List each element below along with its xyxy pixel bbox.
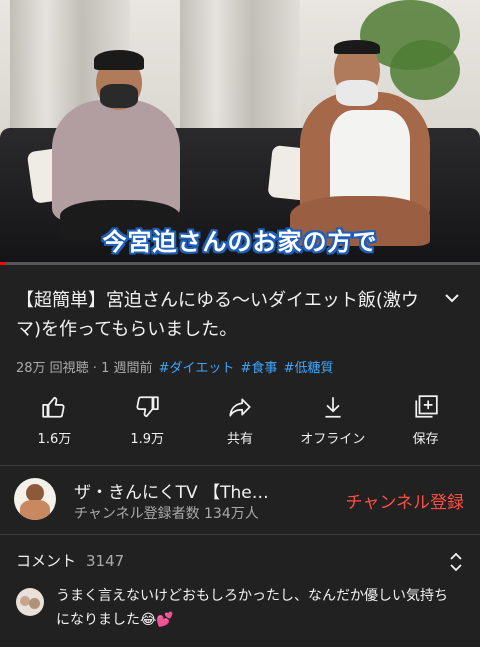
expand-description-button[interactable] xyxy=(440,286,464,310)
dislike-count: 1.9万 xyxy=(130,432,165,447)
action-bar: 1.6万 1.9万 共有 オフライン 保存 xyxy=(0,392,480,452)
channel-avatar-body xyxy=(20,500,50,520)
video-person-right-tanktop xyxy=(330,110,410,210)
share-button[interactable]: 共有 xyxy=(199,392,281,452)
video-progress-fill xyxy=(0,262,5,265)
unfold-icon xyxy=(450,552,462,572)
subscribe-button[interactable]: チャンネル登録 xyxy=(346,488,465,513)
view-count-and-date: 28万 回視聴 · 1 週間前 xyxy=(16,361,153,376)
subscriber-count: チャンネル登録者数 134万人 xyxy=(74,506,259,522)
video-title[interactable]: 【超簡単】宮迫さんにゆる〜いダイエット飯(激ウマ)を作ってもらいました。 xyxy=(16,286,436,344)
thumbs-up-icon xyxy=(42,396,65,418)
hashtag-link[interactable]: #食事 xyxy=(241,361,278,376)
dislike-button[interactable]: 1.9万 xyxy=(106,392,188,452)
share-label: 共有 xyxy=(226,432,253,447)
download-icon xyxy=(325,397,341,418)
video-person-left-mask xyxy=(100,84,138,108)
divider xyxy=(0,534,480,535)
chevron-down-icon xyxy=(445,294,459,303)
hashtag-link[interactable]: #低糖質 xyxy=(284,361,334,376)
video-meta: 28万 回視聴 · 1 週間前 #ダイエット #食事 #低糖質 xyxy=(16,357,333,376)
commenter-avatar[interactable] xyxy=(16,588,44,616)
comments-header: コメント 3147 xyxy=(16,550,124,571)
download-label: オフライン xyxy=(300,432,366,447)
comments-count: 3147 xyxy=(86,552,125,570)
hashtag-link[interactable]: #ダイエット xyxy=(159,361,235,376)
channel-row[interactable]: ザ・きんにくTV 【The… チャンネル登録者数 134万人 チャンネル登録 xyxy=(0,466,480,532)
comments-section[interactable]: コメント 3147 うまく言えないけどおもしろかったし、なんだか優しい気持ちになり… xyxy=(0,540,480,647)
channel-name[interactable]: ザ・きんにくTV 【The… xyxy=(74,478,294,503)
comments-label: コメント xyxy=(16,552,77,570)
thumbs-down-icon xyxy=(136,396,159,418)
video-player[interactable]: 今宮迫さんのお家の方で xyxy=(0,0,480,264)
video-person-right-hair xyxy=(334,40,380,54)
channel-avatar[interactable] xyxy=(14,478,56,520)
video-caption: 今宮迫さんのお家の方で xyxy=(102,228,378,256)
video-background-curtain xyxy=(180,0,300,135)
commenter-avatar-figure xyxy=(29,598,40,609)
expand-comments-button[interactable] xyxy=(446,550,466,574)
save-to-playlist-icon xyxy=(414,395,438,418)
download-button[interactable]: オフライン xyxy=(292,392,374,452)
save-button[interactable]: 保存 xyxy=(385,392,467,452)
video-progress-bar[interactable] xyxy=(0,262,480,265)
like-button[interactable]: 1.6万 xyxy=(13,392,95,452)
top-comment-text: うまく言えないけどおもしろかったし、なんだか優しい気持ちになりました😂💕 xyxy=(56,588,448,628)
video-person-left-cap xyxy=(94,50,144,70)
video-plant xyxy=(390,40,460,100)
like-count: 1.6万 xyxy=(37,432,72,447)
video-person-right-mask xyxy=(336,80,378,106)
share-icon xyxy=(229,398,251,417)
save-label: 保存 xyxy=(412,432,439,447)
